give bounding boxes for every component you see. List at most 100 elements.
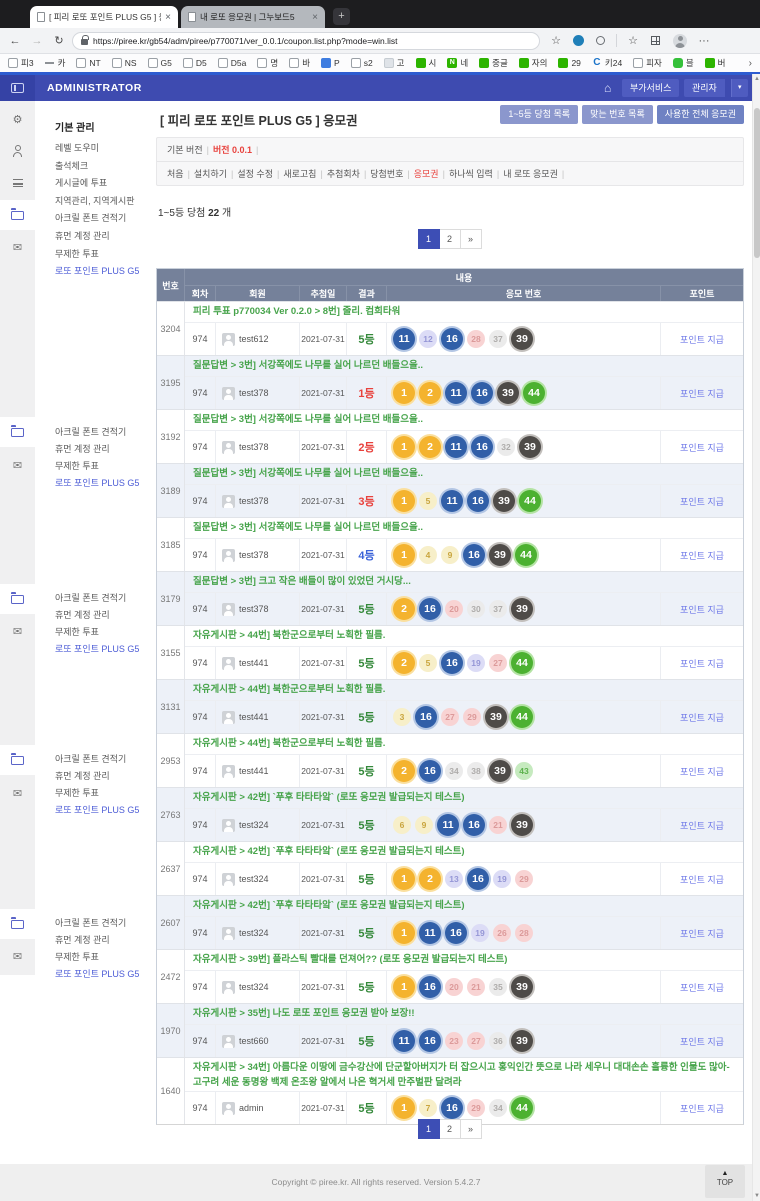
bookmark-item[interactable]: 명 xyxy=(257,57,278,69)
give-point-link[interactable]: 포인트 지급 xyxy=(680,441,724,454)
rail-item-plugins[interactable] xyxy=(0,417,35,447)
rail-item-plugins-active[interactable] xyxy=(0,200,35,230)
extension-icon[interactable] xyxy=(596,36,605,45)
bookmark-item[interactable]: 29 xyxy=(558,58,580,68)
collections-icon[interactable] xyxy=(651,36,660,45)
more-menu-icon[interactable]: ··· xyxy=(694,35,714,47)
give-point-link[interactable]: 포인트 지급 xyxy=(680,1035,724,1048)
extension-icon[interactable] xyxy=(573,35,584,46)
bookmark-item[interactable]: G5 xyxy=(148,58,172,68)
bookmark-item[interactable]: 자의 xyxy=(519,57,548,69)
rail-item-boards[interactable] xyxy=(0,168,35,198)
sidebar-item[interactable]: 레벨 도우미 xyxy=(55,141,99,154)
sidebar-item[interactable]: 로또 포인트 PLUS G5 xyxy=(55,642,139,655)
sidebar-item[interactable]: 휴먼 계정 관리 xyxy=(55,608,110,621)
rail-item-plugins[interactable] xyxy=(0,909,35,939)
plugin-nav-link[interactable]: 하나씩 입력 xyxy=(449,169,493,179)
give-point-link[interactable]: 포인트 지급 xyxy=(680,819,724,832)
sidebar-item[interactable]: 휴먼 계정 관리 xyxy=(55,933,110,946)
sidebar-item[interactable]: 아크릴 폰트 견적기 xyxy=(55,752,126,765)
page-button[interactable]: 1 xyxy=(418,1119,440,1139)
sidebar-item[interactable]: 로또 포인트 PLUS G5 xyxy=(55,476,139,489)
next-page-button[interactable]: » xyxy=(460,1119,482,1139)
bookmark-item[interactable]: 키24 xyxy=(592,57,622,69)
sidebar-item[interactable]: 출석체크 xyxy=(55,159,88,172)
sidebar-item[interactable]: 무제한 투표 xyxy=(55,625,99,638)
bookmark-item[interactable]: 중글 xyxy=(479,57,508,69)
tab-close-icon[interactable]: × xyxy=(165,12,171,23)
give-point-link[interactable]: 포인트 지급 xyxy=(680,1102,724,1115)
give-point-link[interactable]: 포인트 지급 xyxy=(680,765,724,778)
bookmark-item[interactable]: D5a xyxy=(218,58,247,68)
refresh-icon[interactable]: ↻ xyxy=(48,34,70,47)
chevron-down-icon[interactable]: ▾ xyxy=(731,79,748,97)
favorite-star-icon[interactable]: ☆ xyxy=(546,34,566,47)
next-page-button[interactable]: » xyxy=(460,229,482,249)
address-bar[interactable]: https://piree.kr/gb54/adm/piree/p770071/… xyxy=(72,32,540,50)
bookmark-item[interactable]: 블 xyxy=(673,57,694,69)
sidebar-item[interactable]: 아크릴 폰트 견적기 xyxy=(55,916,126,929)
sidebar-item[interactable]: 무제한 투표 xyxy=(55,786,99,799)
scrollbar-thumb[interactable] xyxy=(754,108,760,258)
give-point-link[interactable]: 포인트 지급 xyxy=(680,495,724,508)
bookmark-item[interactable]: NS xyxy=(112,58,137,68)
favorites-bar-icon[interactable]: ☆ xyxy=(623,34,643,47)
bookmark-item[interactable]: 피3 xyxy=(8,57,34,69)
rail-item-mail[interactable]: ✉ xyxy=(0,778,35,808)
rail-item-settings[interactable]: ⚙ xyxy=(0,104,35,134)
give-point-link[interactable]: 포인트 지급 xyxy=(680,387,724,400)
sidebar-item[interactable]: 무제한 투표 xyxy=(55,247,99,260)
plugin-nav-link[interactable]: 설치하기 xyxy=(194,169,227,179)
back-icon[interactable]: ← xyxy=(4,35,26,47)
sidebar-item[interactable]: 아크릴 폰트 견적기 xyxy=(55,591,126,604)
give-point-link[interactable]: 포인트 지급 xyxy=(680,981,724,994)
bookmarks-overflow-icon[interactable]: › xyxy=(749,58,752,69)
rail-item-mail[interactable]: ✉ xyxy=(0,616,35,646)
give-point-link[interactable]: 포인트 지급 xyxy=(680,657,724,670)
win-list-button[interactable]: 1~5등 당첨 목록 xyxy=(500,105,578,124)
rail-item-plugins[interactable] xyxy=(0,584,35,614)
scroll-up-arrow[interactable]: ▲ xyxy=(753,76,760,82)
rail-item-mail[interactable]: ✉ xyxy=(0,941,35,971)
sidebar-item[interactable]: 휴먼 계정 관리 xyxy=(55,442,110,455)
bookmark-item[interactable]: 네 xyxy=(447,57,468,69)
extra-services-button[interactable]: 부가서비스 xyxy=(622,79,679,97)
scroll-top-button[interactable]: ▲ TOP xyxy=(705,1165,745,1198)
plugin-nav-link[interactable]: 내 로또 응모권 xyxy=(503,169,558,179)
give-point-link[interactable]: 포인트 지급 xyxy=(680,333,724,346)
bookmark-item[interactable]: 피자 xyxy=(633,57,662,69)
browser-tab-active[interactable]: [ 피리 로또 포인트 PLUS G5 ] 응 × xyxy=(30,6,178,28)
sidebar-toggle-button[interactable] xyxy=(0,75,35,101)
give-point-link[interactable]: 포인트 지급 xyxy=(680,927,724,940)
used-coupons-button[interactable]: 사용한 전체 응모권 xyxy=(657,105,744,124)
sidebar-item[interactable]: 아크릴 폰트 견적기 xyxy=(55,425,126,438)
sidebar-item[interactable]: 아크릴 폰트 견적기 xyxy=(55,211,126,224)
sidebar-item[interactable]: 휴먼 계정 관리 xyxy=(55,769,110,782)
forward-icon[interactable]: → xyxy=(26,35,48,47)
scroll-down-arrow[interactable]: ▼ xyxy=(753,1193,760,1199)
sidebar-item[interactable]: 로또 포인트 PLUS G5 xyxy=(55,264,139,277)
rail-item-mail[interactable]: ✉ xyxy=(0,232,35,262)
new-tab-button[interactable]: + xyxy=(333,8,350,25)
bookmark-item[interactable]: 버 xyxy=(705,57,726,69)
match-number-list-button[interactable]: 맞는 번호 목록 xyxy=(582,105,653,124)
tab-close-icon[interactable]: × xyxy=(312,12,318,23)
admin-account-button[interactable]: 관리자 xyxy=(684,79,725,97)
bookmark-item[interactable]: 카 xyxy=(45,57,66,69)
plugin-nav-link[interactable]: 추첨회차 xyxy=(327,169,360,179)
plugin-nav-link[interactable]: 처음 xyxy=(167,169,184,179)
sidebar-item[interactable]: 휴먼 계정 관리 xyxy=(55,229,110,242)
give-point-link[interactable]: 포인트 지급 xyxy=(680,873,724,886)
page-button[interactable]: 2 xyxy=(439,1119,461,1139)
bookmark-item[interactable]: 고 xyxy=(384,57,405,69)
rail-item-mail[interactable]: ✉ xyxy=(0,450,35,480)
page-button[interactable]: 2 xyxy=(439,229,461,249)
sidebar-item[interactable]: 무제한 투표 xyxy=(55,459,99,472)
sidebar-item[interactable]: 무제한 투표 xyxy=(55,950,99,963)
bookmark-item[interactable]: s2 xyxy=(351,58,373,68)
give-point-link[interactable]: 포인트 지급 xyxy=(680,549,724,562)
bookmark-item[interactable]: 시 xyxy=(416,57,437,69)
plugin-nav-link[interactable]: 당첨번호 xyxy=(370,169,403,179)
bookmark-item[interactable]: 바 xyxy=(289,57,310,69)
scrollbar-track[interactable]: ▲ ▼ xyxy=(752,74,760,1201)
